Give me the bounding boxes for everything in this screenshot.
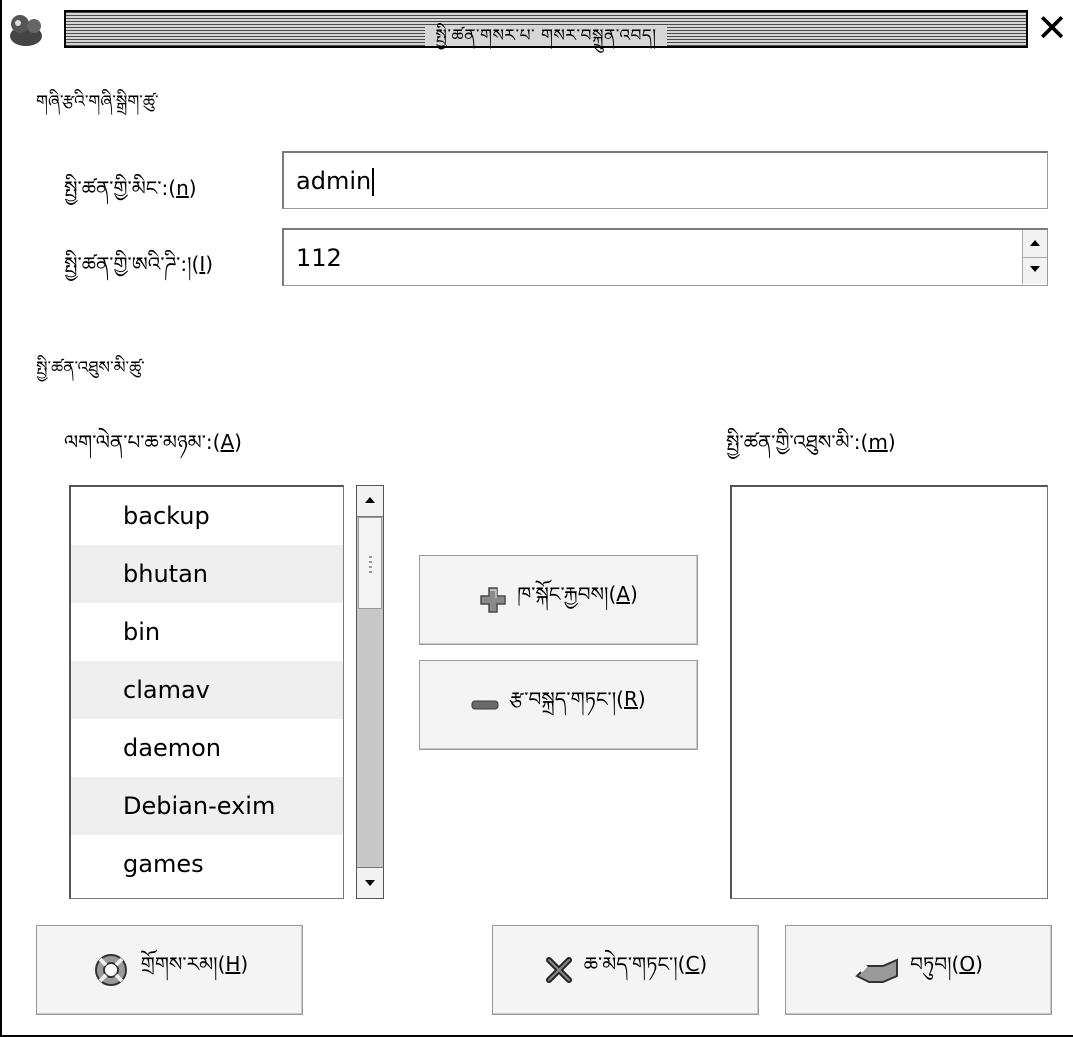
scroll-up-button[interactable] (357, 486, 383, 517)
arrow-up-icon (1030, 240, 1040, 246)
help-button-label: གྲོགས་རམ།(H) (140, 952, 249, 976)
scroll-down-button[interactable] (357, 867, 383, 898)
remove-button-label: རྩ་བསྐྲད་གཏང་།(R) (509, 687, 646, 711)
list-item[interactable]: Debian-exim (71, 777, 343, 835)
group-id-value[interactable]: 112 (296, 230, 342, 286)
group-members-list[interactable] (730, 485, 1048, 899)
spin-down-button[interactable] (1023, 257, 1047, 284)
cancel-button-label: ཆ་མེད་གཏང་།(C) (583, 952, 708, 976)
close-icon: ✕ (1036, 6, 1068, 50)
spin-arrows (1022, 230, 1047, 284)
add-member-button[interactable]: ཁ་སྐོང་རྐྱབས།(A) (419, 555, 698, 645)
users-scrollbar[interactable] (356, 485, 384, 899)
title-bar[interactable]: སྤྱི་ཚན་གསར་པ་ གསར་བསྐྲུན་འབད། ✕ (2, 0, 1073, 58)
basic-settings-heading: གཞི་རྩའི་གཞི་སྒྲིག་ཚུ་ (36, 92, 159, 112)
minus-icon (471, 700, 499, 710)
all-users-list[interactable]: backup bhutan bin clamav daemon Debian-e… (69, 485, 344, 899)
window-title: སྤྱི་ཚན་གསར་པ་ གསར་བསྐྲུན་འབད། (425, 26, 667, 46)
cancel-x-icon (545, 957, 572, 983)
remove-member-button[interactable]: རྩ་བསྐྲད་གཏང་།(R) (419, 660, 698, 750)
dialog-window: སྤྱི་ཚན་གསར་པ་ གསར་བསྐྲུན་འབད། ✕ གཞི་རྩའ… (0, 0, 1073, 1037)
plus-icon (480, 587, 506, 613)
ok-button-label: བཏུབ།(O) (910, 952, 983, 976)
all-users-label: ལག་ལེན་པ་ཆ་མཉམ་:(A) (64, 430, 242, 454)
spin-up-button[interactable] (1023, 230, 1047, 258)
arrow-down-icon (365, 880, 375, 886)
add-button-label: ཁ་སྐོང་རྐྱབས།(A) (517, 582, 638, 606)
list-item[interactable]: backup (71, 487, 343, 545)
lifebuoy-help-icon (94, 954, 127, 986)
list-item[interactable]: clamav (71, 661, 343, 719)
list-item[interactable]: bin (71, 603, 343, 661)
help-button[interactable]: གྲོགས་རམ།(H) (36, 925, 303, 1015)
grip-icon (369, 556, 372, 576)
list-item[interactable]: daemon (71, 719, 343, 777)
list-item[interactable]: bhutan (71, 545, 343, 603)
group-id-spinbox[interactable]: 112 (282, 228, 1048, 286)
arrow-down-icon (1030, 266, 1040, 272)
app-menu-icon[interactable] (6, 12, 50, 48)
group-name-field[interactable]: admin (282, 151, 1048, 209)
text-caret (372, 168, 375, 196)
title-strip[interactable]: སྤྱི་ཚན་གསར་པ་ གསར་བསྐྲུན་འབད། (64, 10, 1028, 48)
group-members-heading: སྤྱི་ཚན་འཐུས་མི་ཚུ་ (36, 358, 145, 378)
group-id-label: སྤྱི་ཚན་གྱི་ཨའི་ཌི་:།(I) (64, 252, 214, 276)
scroll-thumb[interactable] (358, 517, 382, 609)
ok-hand-icon (855, 958, 899, 983)
arrow-up-icon (365, 497, 375, 503)
close-button[interactable]: ✕ (1032, 8, 1072, 48)
cancel-button[interactable]: ཆ་མེད་གཏང་།(C) (492, 925, 759, 1015)
group-name-label: སྤྱི་ཚན་གྱི་མིང་:(n) (64, 176, 197, 200)
list-item[interactable]: games (71, 835, 343, 893)
ok-button[interactable]: བཏུབ།(O) (785, 925, 1052, 1015)
group-members-label: སྤྱི་ཚན་གྱི་འཐུས་མི་:(m) (726, 430, 896, 454)
